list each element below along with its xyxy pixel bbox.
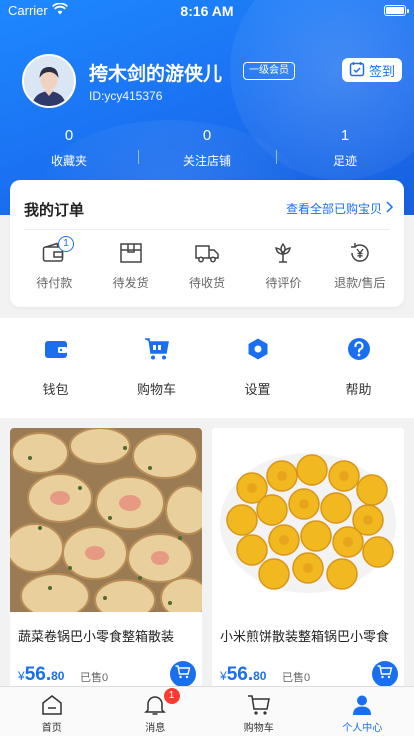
cart-icon (377, 664, 393, 684)
orders-card: 我的订单 查看全部已购宝贝 1 待付款 待发货 待收货 待评价 退款/售后 (10, 180, 404, 307)
stats-row: 0 收藏夹 0 关注店铺 1 足迹 (0, 124, 414, 174)
tool-label: 购物车 (136, 382, 176, 397)
tab-label: 消息 (145, 723, 166, 734)
order-pending-review[interactable]: 待评价 (245, 240, 321, 291)
price-currency: ¥ (220, 669, 227, 683)
signin-label: 签到 (368, 63, 395, 79)
stat-label: 足迹 (332, 154, 357, 168)
home-icon (0, 693, 104, 717)
user-id: ID:ycy415376 (89, 89, 163, 103)
stat-label: 收藏夹 (50, 154, 87, 168)
order-status-label: 待付款 (36, 276, 73, 290)
person-icon (311, 693, 414, 717)
calendar-check-icon (349, 61, 365, 80)
tool-label: 钱包 (42, 382, 69, 397)
stat-label: 关注店铺 (182, 154, 231, 168)
settings-hexagon-icon (207, 335, 308, 363)
view-all-orders-link[interactable]: 查看全部已购宝贝 (286, 200, 394, 217)
cart-icon (207, 693, 311, 717)
tab-label: 首页 (41, 723, 62, 734)
price-decimal: 80 (51, 669, 65, 683)
sold-count: 已售0 (80, 672, 109, 684)
username: 挎木剑的游侠儿 (89, 64, 223, 85)
status-bar: Carrier 8:16 AM (0, 0, 414, 22)
stat-footprints[interactable]: 1 足迹 (276, 124, 414, 174)
delivery-truck-icon (169, 240, 245, 266)
product-grid: 蔬菜卷锅巴小零食整箱散装 ¥56.80 已售0 小米煎饼散装整箱锅巴小零食 ¥5… (10, 428, 404, 690)
wallet-card-icon (16, 240, 92, 266)
notification-badge: 1 (163, 688, 180, 704)
stat-value: 0 (64, 127, 74, 144)
stat-value: 1 (340, 127, 350, 144)
tool-wallet[interactable]: 钱包 (5, 318, 106, 418)
product-price: ¥56.80 (220, 664, 266, 686)
order-pending-payment[interactable]: 1 待付款 (16, 236, 92, 291)
price-integer: 56. (24, 664, 52, 685)
tools-row: 钱包 购物车 设置 帮助 (0, 318, 414, 418)
tab-messages[interactable]: 1 消息 (104, 687, 208, 736)
tool-settings[interactable]: 设置 (207, 318, 308, 418)
product-name: 小米煎饼散装整箱锅巴小零食 (220, 629, 390, 644)
battery-icon (384, 5, 409, 16)
price-decimal: 80 (253, 669, 267, 683)
bottom-tab-bar: 首页 1 消息 购物车 个人中心 (0, 686, 414, 736)
flower-review-icon (245, 240, 321, 266)
status-time: 8:16 AM (180, 3, 234, 19)
tab-cart[interactable]: 购物车 (207, 687, 311, 736)
refund-yen-icon (322, 240, 398, 266)
divider (24, 229, 390, 230)
bell-icon (104, 693, 208, 717)
cart-icon (175, 664, 191, 684)
avatar[interactable] (22, 54, 76, 108)
product-image[interactable] (212, 428, 404, 612)
order-status-row: 1 待付款 待发货 待收货 待评价 退款/售后 (16, 236, 398, 291)
stat-followed-shops[interactable]: 0 关注店铺 (138, 124, 276, 174)
order-status-label: 退款/售后 (334, 276, 386, 290)
product-card[interactable]: 蔬菜卷锅巴小零食整箱散装 ¥56.80 已售0 (10, 428, 202, 690)
product-image[interactable] (10, 428, 202, 621)
product-card[interactable]: 小米煎饼散装整箱锅巴小零食 ¥56.80 已售0 (212, 428, 404, 690)
stat-value: 0 (202, 127, 212, 144)
price-integer: 56. (226, 664, 254, 685)
package-box-icon (92, 240, 168, 266)
tab-home[interactable]: 首页 (0, 687, 104, 736)
help-question-icon (308, 335, 409, 363)
orders-title: 我的订单 (24, 202, 85, 219)
price-currency: ¥ (18, 669, 25, 683)
add-to-cart-button[interactable] (170, 661, 196, 687)
chevron-right-icon (384, 201, 394, 216)
order-pending-shipment[interactable]: 待发货 (92, 240, 168, 291)
order-pending-receipt[interactable]: 待收货 (169, 240, 245, 291)
signin-button[interactable]: 签到 (342, 58, 402, 82)
order-status-label: 待发货 (112, 276, 149, 290)
tool-help[interactable]: 帮助 (308, 318, 409, 418)
tool-shopping-cart[interactable]: 购物车 (106, 318, 207, 418)
order-status-label: 待评价 (265, 276, 302, 290)
add-to-cart-button[interactable] (372, 661, 398, 687)
product-name: 蔬菜卷锅巴小零食整箱散装 (18, 629, 175, 644)
member-level-badge: 一级会员 (243, 62, 295, 80)
sold-count: 已售0 (282, 672, 311, 684)
wallet-icon (5, 335, 106, 363)
shopping-cart-icon (106, 335, 207, 363)
order-status-label: 待收货 (189, 276, 226, 290)
stat-favorites[interactable]: 0 收藏夹 (0, 124, 138, 174)
product-price: ¥56.80 (18, 664, 64, 686)
order-count-badge: 1 (58, 236, 74, 252)
order-refund-aftersale[interactable]: 退款/售后 (322, 240, 398, 291)
tool-label: 设置 (244, 382, 271, 397)
tool-label: 帮助 (345, 382, 372, 397)
tab-label: 购物车 (243, 723, 274, 734)
view-all-label: 查看全部已购宝贝 (285, 202, 382, 216)
tab-profile[interactable]: 个人中心 (311, 687, 414, 736)
tab-label: 个人中心 (342, 723, 383, 734)
